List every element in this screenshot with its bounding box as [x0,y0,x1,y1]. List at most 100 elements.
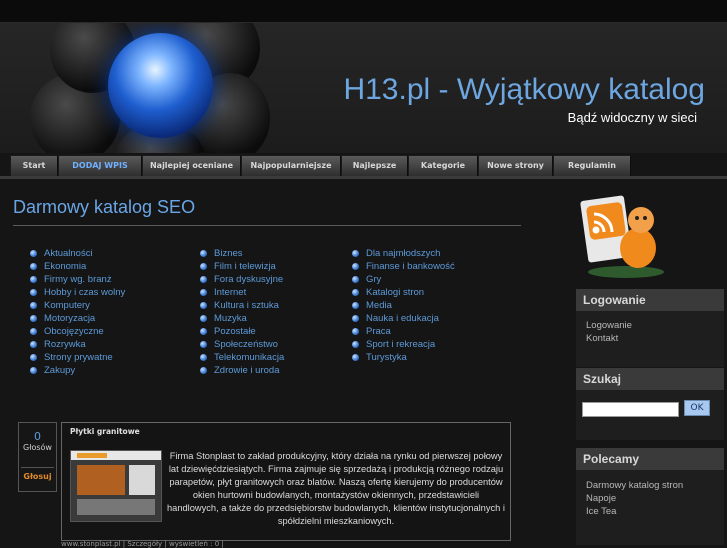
category-column-2: Biznes Film i telewizja Fora dyskusyjne … [200,247,284,377]
category-link[interactable]: Zdrowie i uroda [200,364,284,377]
vote-count-label: Głosów [23,443,52,452]
nav-most-popular[interactable]: Najpopularniejsze [241,155,341,177]
category-link[interactable]: Pozostałe [200,325,284,338]
site-subtitle: Bądź widoczny w sieci [567,110,697,125]
category-link[interactable]: Nauka i edukacja [352,312,455,325]
login-heading: Logowanie [576,289,724,311]
vote-box: 0 Głosów Głosuj [18,422,57,492]
nav-new-sites[interactable]: Nowe strony [478,155,553,177]
bullet-icon [352,341,359,348]
category-link[interactable]: Strony prywatne [30,351,125,364]
category-link[interactable]: Turystyka [352,351,455,364]
category-link[interactable]: Aktualności [30,247,125,260]
category-link[interactable]: Obcojęzyczne [30,325,125,338]
bullet-icon [352,250,359,257]
bullet-icon [30,354,37,361]
login-link[interactable]: Logowanie [576,319,724,332]
category-link[interactable]: Fora dyskusyjne [200,273,284,286]
bullet-icon [200,328,207,335]
category-link[interactable]: Katalogi stron [352,286,455,299]
category-link[interactable]: Ekonomia [30,260,125,273]
bullet-icon [200,354,207,361]
bullet-icon [30,328,37,335]
search-panel: Szukaj OK [576,368,724,440]
main-navigation: Start DODAJ WPIS Najlepiej oceniane Najp… [10,155,631,177]
category-link[interactable]: Telekomunikacja [200,351,284,364]
bullet-icon [352,315,359,322]
nav-add-entry[interactable]: DODAJ WPIS [58,155,142,177]
entry-description: Firma Stonplast to zakład produkcyjny, k… [167,451,505,526]
nav-divider [0,176,727,179]
nav-start[interactable]: Start [10,155,58,177]
entry-thumbnail[interactable] [70,450,162,522]
search-heading: Szukaj [576,368,724,390]
category-link[interactable]: Dla najmłodszych [352,247,455,260]
category-link[interactable]: Zakupy [30,364,125,377]
category-link[interactable]: Sport i rekreacja [352,338,455,351]
bullet-icon [200,250,207,257]
category-link[interactable]: Hobby i czas wolny [30,286,125,299]
bullet-icon [30,367,37,374]
bullet-icon [200,341,207,348]
nav-rules[interactable]: Regulamin [553,155,631,177]
bullet-icon [352,302,359,309]
recommended-heading: Polecamy [576,448,724,470]
nav-top-rated[interactable]: Najlepiej oceniane [142,155,241,177]
category-link[interactable]: Komputery [30,299,125,312]
bullet-icon [200,263,207,270]
entry-footer[interactable]: www.stonplast.pl | Szczegóły | wyświetle… [61,540,224,548]
recommended-link[interactable]: Napoje [576,492,724,505]
category-link[interactable]: Motoryzacja [30,312,125,325]
top-bar [0,0,727,23]
category-link[interactable]: Rozrywka [30,338,125,351]
vote-button[interactable]: Głosuj [21,467,54,486]
category-link[interactable]: Praca [352,325,455,338]
category-link[interactable]: Kultura i sztuka [200,299,284,312]
category-column-3: Dla najmłodszych Finanse i bankowość Gry… [352,247,455,364]
category-link[interactable]: Muzyka [200,312,284,325]
bullet-icon [200,367,207,374]
page-title: Darmowy katalog SEO [13,197,196,217]
contact-link[interactable]: Kontakt [576,332,724,345]
login-panel: Logowanie Logowanie Kontakt [576,289,724,367]
bullet-icon [200,302,207,309]
category-link[interactable]: Media [352,299,455,312]
recommended-panel: Polecamy Darmowy katalog stron Napoje Ic… [576,448,724,545]
recommended-link[interactable]: Darmowy katalog stron [576,479,724,492]
bullet-icon [352,289,359,296]
bullet-icon [30,289,37,296]
search-input[interactable] [582,402,679,417]
category-link[interactable]: Społeczeństwo [200,338,284,351]
category-link[interactable]: Gry [352,273,455,286]
bullet-icon [30,341,37,348]
search-button[interactable]: OK [684,400,710,416]
directory-entry: Płytki granitowe Firma Stonplast to zakł… [61,422,511,541]
bullet-icon [200,276,207,283]
title-divider [13,225,521,226]
bullet-icon [30,250,37,257]
bullet-icon [352,354,359,361]
recommended-link[interactable]: Ice Tea [576,505,724,518]
category-link[interactable]: Firmy wg. branż [30,273,125,286]
nav-categories[interactable]: Kategorie [408,155,478,177]
site-header: H13.pl - Wyjątkowy katalog Bądź widoczny… [0,23,727,153]
bullet-icon [200,289,207,296]
bullet-icon [30,263,37,270]
nav-best[interactable]: Najlepsze [341,155,408,177]
header-logo-graphic [30,23,270,153]
category-link[interactable]: Biznes [200,247,284,260]
rss-mascot-icon [580,195,664,278]
bullet-icon [200,315,207,322]
bullet-icon [352,328,359,335]
category-column-1: Aktualności Ekonomia Firmy wg. branż Hob… [30,247,125,377]
entry-title[interactable]: Płytki granitowe [70,427,140,436]
bullet-icon [352,263,359,270]
bullet-icon [352,276,359,283]
bullet-icon [30,302,37,309]
category-link[interactable]: Internet [200,286,284,299]
bullet-icon [30,315,37,322]
vote-count: 0 [34,430,41,443]
category-link[interactable]: Finanse i bankowość [352,260,455,273]
category-link[interactable]: Film i telewizja [200,260,284,273]
site-title[interactable]: H13.pl - Wyjątkowy katalog [343,73,705,107]
